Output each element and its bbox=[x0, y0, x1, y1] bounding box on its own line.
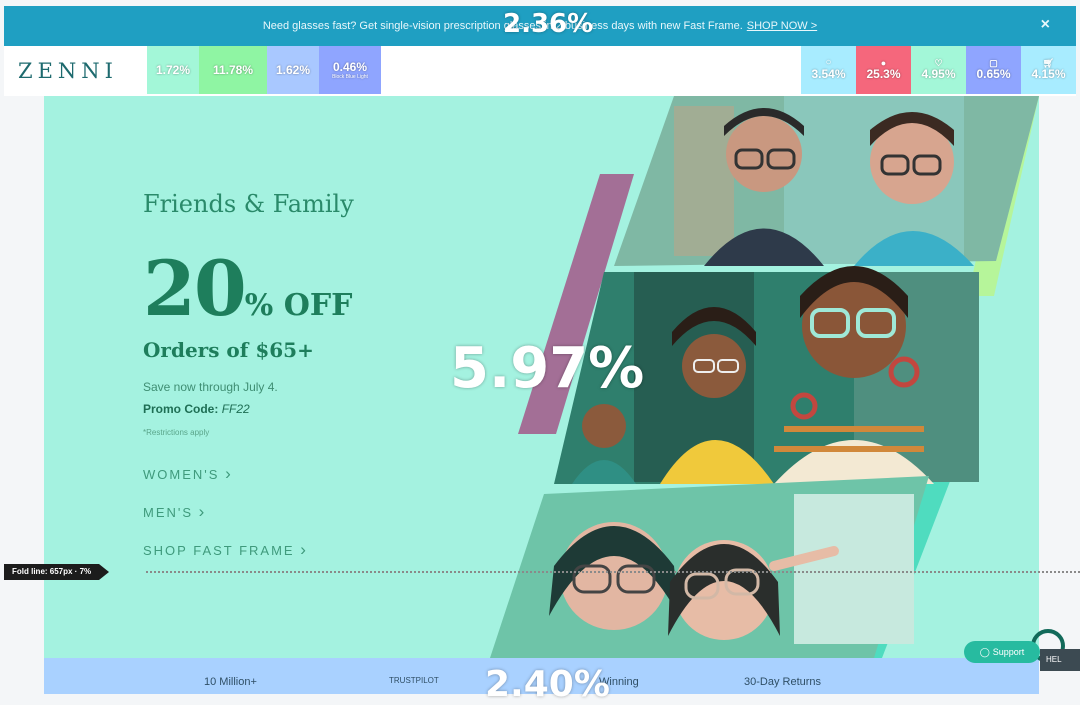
account-nav-item[interactable]: ● 25.3% bbox=[856, 46, 911, 94]
trust-item-returns: 30-Day Returns bbox=[744, 676, 822, 688]
fold-line-label: Fold line: 657px · 7% bbox=[4, 564, 110, 580]
user-icon: ● bbox=[880, 58, 887, 68]
shop-now-link[interactable]: SHOP NOW > bbox=[747, 20, 817, 32]
nav-item-3-percent: 1.62% bbox=[275, 63, 311, 77]
cart-nav-item[interactable]: 🛒︎ 4.15% bbox=[1021, 46, 1076, 94]
promo-label: Promo Code: bbox=[143, 402, 219, 416]
search-percent: 3.54% bbox=[811, 67, 846, 81]
nav-item-block-blue-light[interactable]: 0.46% Block Blue Light bbox=[319, 46, 381, 94]
announcement-text: Need glasses fast? Get single-vision pre… bbox=[262, 20, 743, 32]
favorites-percent: 4.95% bbox=[921, 67, 956, 81]
search-icon: ○ bbox=[825, 57, 832, 68]
save-text: Save now through July 4. bbox=[143, 380, 278, 394]
womens-link[interactable]: WOMEN'S › bbox=[143, 464, 233, 484]
orders-percent: 0.65% bbox=[976, 67, 1011, 81]
nav-item-4-label: Block Blue Light bbox=[332, 74, 368, 80]
cart-icon: 🛒︎ bbox=[1042, 58, 1055, 68]
nav-item-2[interactable]: 11.78% bbox=[199, 46, 267, 94]
womens-link-label: WOMEN'S bbox=[143, 467, 220, 482]
discount-number: 20 bbox=[143, 244, 247, 333]
support-button[interactable]: ◯ Support bbox=[964, 641, 1040, 663]
favorites-nav-item[interactable]: ♡ 4.95% bbox=[911, 46, 966, 94]
heart-icon: ♡ bbox=[934, 58, 943, 68]
announcement-bar: Need glasses fast? Get single-vision pre… bbox=[4, 6, 1076, 46]
discount-heading: 20% OFF bbox=[143, 244, 352, 333]
promo-code: Promo Code: FF22 bbox=[143, 402, 250, 416]
fold-line bbox=[146, 571, 1080, 573]
hero-photo-top bbox=[614, 96, 1039, 266]
trust-strip: 10 Million+ TRUSTPILOT Winning 30-Day Re… bbox=[44, 658, 1039, 694]
trust-item-award: Winning bbox=[599, 676, 639, 688]
hero-headline: Friends & Family bbox=[143, 190, 354, 218]
hero-banner: Friends & Family 20% OFF Orders of $65+ … bbox=[44, 96, 1039, 658]
help-button[interactable]: HEL bbox=[1040, 649, 1080, 671]
cart-percent: 4.15% bbox=[1031, 67, 1066, 81]
discount-suffix: % OFF bbox=[244, 288, 353, 323]
account-percent: 25.3% bbox=[866, 67, 901, 81]
orders-threshold: Orders of $65+ bbox=[143, 338, 314, 362]
main-nav: ZENNI 1.72% 11.78% 1.62% 0.46% Block Blu… bbox=[4, 46, 1076, 96]
chevron-right-icon: › bbox=[225, 464, 233, 483]
trust-item-trustpilot: TRUSTPILOT bbox=[389, 676, 439, 685]
hero-photo-bottom bbox=[490, 476, 929, 658]
nav-item-4-percent: 0.46% bbox=[332, 60, 368, 74]
nav-item-2-percent: 11.78% bbox=[212, 63, 254, 77]
box-icon: ▢ bbox=[989, 58, 998, 68]
hero-photo-collage bbox=[490, 96, 1039, 658]
nav-item-1-percent: 1.72% bbox=[155, 63, 191, 77]
mens-link-label: MEN'S bbox=[143, 505, 194, 520]
chat-bubble-icon: ◯ bbox=[979, 646, 990, 657]
chevron-right-icon: › bbox=[300, 540, 308, 559]
chevron-right-icon: › bbox=[198, 502, 207, 521]
hero-photo-middle bbox=[554, 266, 979, 484]
mens-link[interactable]: MEN'S › bbox=[143, 502, 206, 522]
promo-code-value: FF22 bbox=[221, 402, 250, 416]
support-label: Support bbox=[992, 647, 1025, 657]
shop-fast-frame-link[interactable]: SHOP FAST FRAME › bbox=[143, 540, 308, 560]
nav-item-3[interactable]: 1.62% bbox=[267, 46, 319, 94]
search-nav-item[interactable]: ○ 3.54% bbox=[801, 46, 856, 94]
orders-nav-item[interactable]: ▢ 0.65% bbox=[966, 46, 1021, 94]
trust-item-customers: 10 Million+ bbox=[204, 676, 257, 688]
nav-item-1[interactable]: 1.72% bbox=[147, 46, 199, 94]
restrictions-note: *Restrictions apply bbox=[143, 428, 210, 437]
shop-fast-frame-label: SHOP FAST FRAME bbox=[143, 543, 295, 558]
zenni-logo[interactable]: ZENNI bbox=[18, 59, 118, 83]
close-icon[interactable]: × bbox=[1041, 16, 1050, 34]
